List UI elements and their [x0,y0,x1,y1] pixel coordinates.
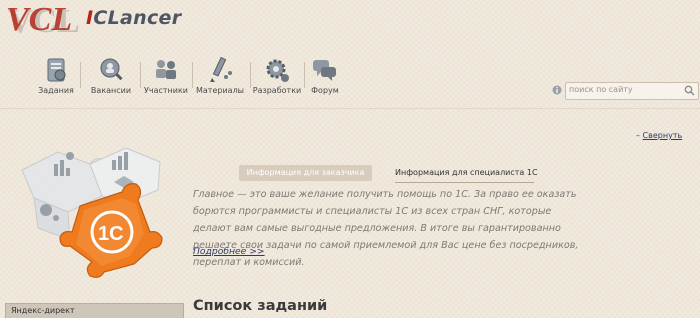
gear-icon [266,59,289,82]
nav-label-forum: Форум [311,86,339,95]
search-input[interactable]: поиск по сайту [565,82,699,100]
logo-mark-icon: VCL VCL [6,1,80,40]
page-title: Список заданий [193,298,328,314]
collapse-prefix: – [636,131,640,140]
nav-item-vacancies[interactable]: Вакансии [81,56,141,95]
nav-label-members: Участники [143,86,189,95]
collapse-link[interactable]: – Свернуть [636,131,682,140]
materials-icon [210,56,232,82]
search-icon[interactable] [684,85,695,96]
promo-text: Главное — это ваше желание получить помо… [193,189,579,268]
forum-icon [313,60,336,81]
tab-specialist-info[interactable]: Информация для специалиста 1С [395,165,538,181]
nav-item-members[interactable]: Участники [136,56,196,95]
nav-item-tasks[interactable]: Задания [26,56,86,95]
sidebar-box-title: Яндекс-директ [11,306,75,315]
nav-item-materials[interactable]: Материалы [190,56,250,95]
svg-text:VCL: VCL [6,2,72,38]
nav-label-tasks: Задания [38,86,74,95]
tasks-icon [47,58,66,82]
more-link[interactable]: Подробнее >> [193,246,265,257]
info-icon[interactable] [552,85,562,95]
header-divider [0,108,700,109]
svg-text:1C: 1C [98,223,124,245]
header: VCL VCL ICLancer Задания Вакансии Участн… [0,0,700,108]
nav-item-forum[interactable]: Форум [295,56,355,95]
logo-text: ICLancer [86,7,182,29]
tab-customer-info[interactable]: Информация для заказчика [239,165,372,181]
nav-label-materials: Материалы [196,86,244,95]
search-placeholder: поиск по сайту [569,85,633,94]
vacancies-icon [100,58,123,81]
nav-label-vacancies: Вакансии [90,86,132,95]
tab-underline [395,182,534,183]
collapse-label[interactable]: Свернуть [643,131,683,140]
puzzle-1c-icon: 1C [21,147,163,278]
sidebar-yandex-direct: Яндекс-директ [5,303,184,318]
members-icon [156,60,176,79]
site-logo[interactable]: VCL VCL ICLancer [6,1,181,42]
